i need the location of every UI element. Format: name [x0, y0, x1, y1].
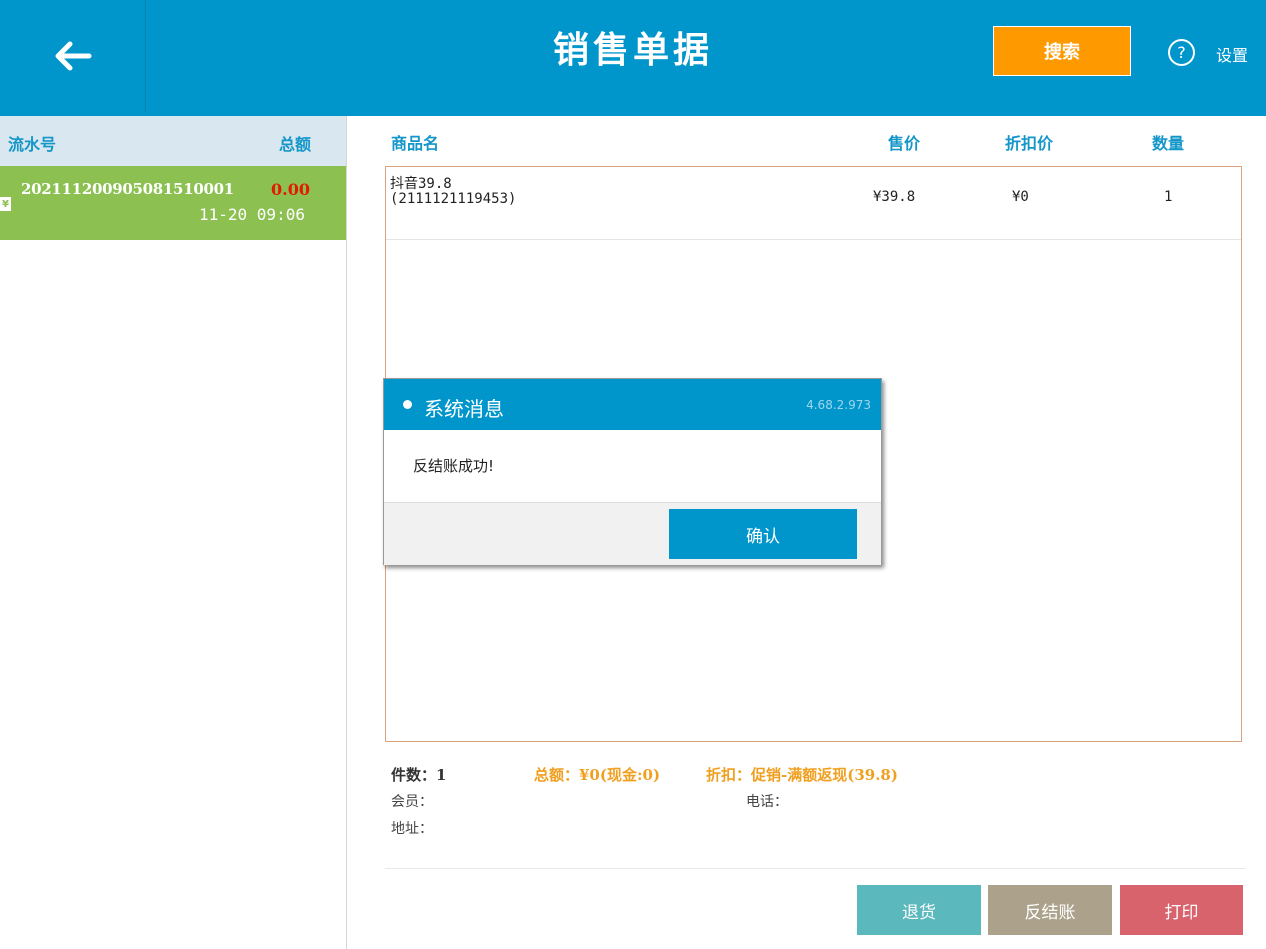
address-label: 地址：: [391, 821, 433, 837]
search-button[interactable]: 搜索: [993, 26, 1131, 76]
total-column-header: 总额: [279, 135, 312, 154]
total-amount: 总额：¥0(现金:0): [534, 766, 661, 784]
discount-info: 折扣：促销-满额返现(39.8): [706, 766, 898, 784]
order-list-header: 流水号 总额: [0, 116, 346, 166]
order-amount: 0.00: [271, 180, 310, 199]
help-icon[interactable]: ?: [1168, 39, 1195, 66]
reverse-checkout-button[interactable]: 反结账: [988, 885, 1112, 935]
dialog-title: 系统消息: [424, 397, 504, 421]
table-row[interactable]: 抖音39.8 (2111121119453) ¥39.8 ¥0 1: [386, 167, 1241, 240]
item-count: 件数：1: [391, 766, 447, 784]
return-button[interactable]: 退货: [857, 885, 981, 935]
price-header: 售价: [888, 134, 921, 153]
system-message-dialog: 系统消息 4.68.2.973 反结账成功! 确认: [383, 378, 882, 565]
item-code: (2111121119453): [390, 191, 517, 207]
order-time: 11-20 09:06: [199, 205, 305, 224]
item-price: ¥39.8: [873, 189, 916, 205]
item-name: 抖音39.8: [390, 176, 452, 192]
print-button[interactable]: 打印: [1120, 885, 1243, 935]
member-label: 会员：: [391, 794, 433, 810]
top-bar: 销售单据 搜索 ? 设置: [0, 0, 1266, 116]
arrow-left-icon: [55, 41, 91, 71]
serial-column-header: 流水号: [8, 135, 57, 154]
item-quantity: 1: [1164, 189, 1173, 205]
dialog-version: 4.68.2.973: [806, 398, 871, 412]
receipt-icon: ¥: [0, 197, 11, 211]
order-list-panel: 流水号 总额 ¥ 20211120090508151000​1 0.00 11-…: [0, 116, 347, 949]
order-serial: 20211120090508151000​1: [21, 180, 234, 198]
item-discount-price: ¥0: [1012, 189, 1029, 205]
confirm-button[interactable]: 确认: [669, 509, 857, 559]
dialog-message: 反结账成功!: [413, 457, 495, 475]
discount-price-header: 折扣价: [1005, 134, 1054, 153]
bullet-icon: [403, 400, 412, 409]
dialog-header: 系统消息 4.68.2.973: [384, 379, 881, 430]
quantity-header: 数量: [1152, 134, 1185, 153]
phone-label: 电话：: [746, 794, 788, 810]
dialog-footer: 确认: [384, 502, 881, 565]
settings-link[interactable]: 设置: [1216, 42, 1248, 66]
order-row[interactable]: ¥ 20211120090508151000​1 0.00 11-20 09:0…: [0, 166, 346, 240]
back-button[interactable]: [0, 0, 146, 112]
product-name-header: 商品名: [391, 134, 440, 153]
divider: [385, 868, 1246, 869]
